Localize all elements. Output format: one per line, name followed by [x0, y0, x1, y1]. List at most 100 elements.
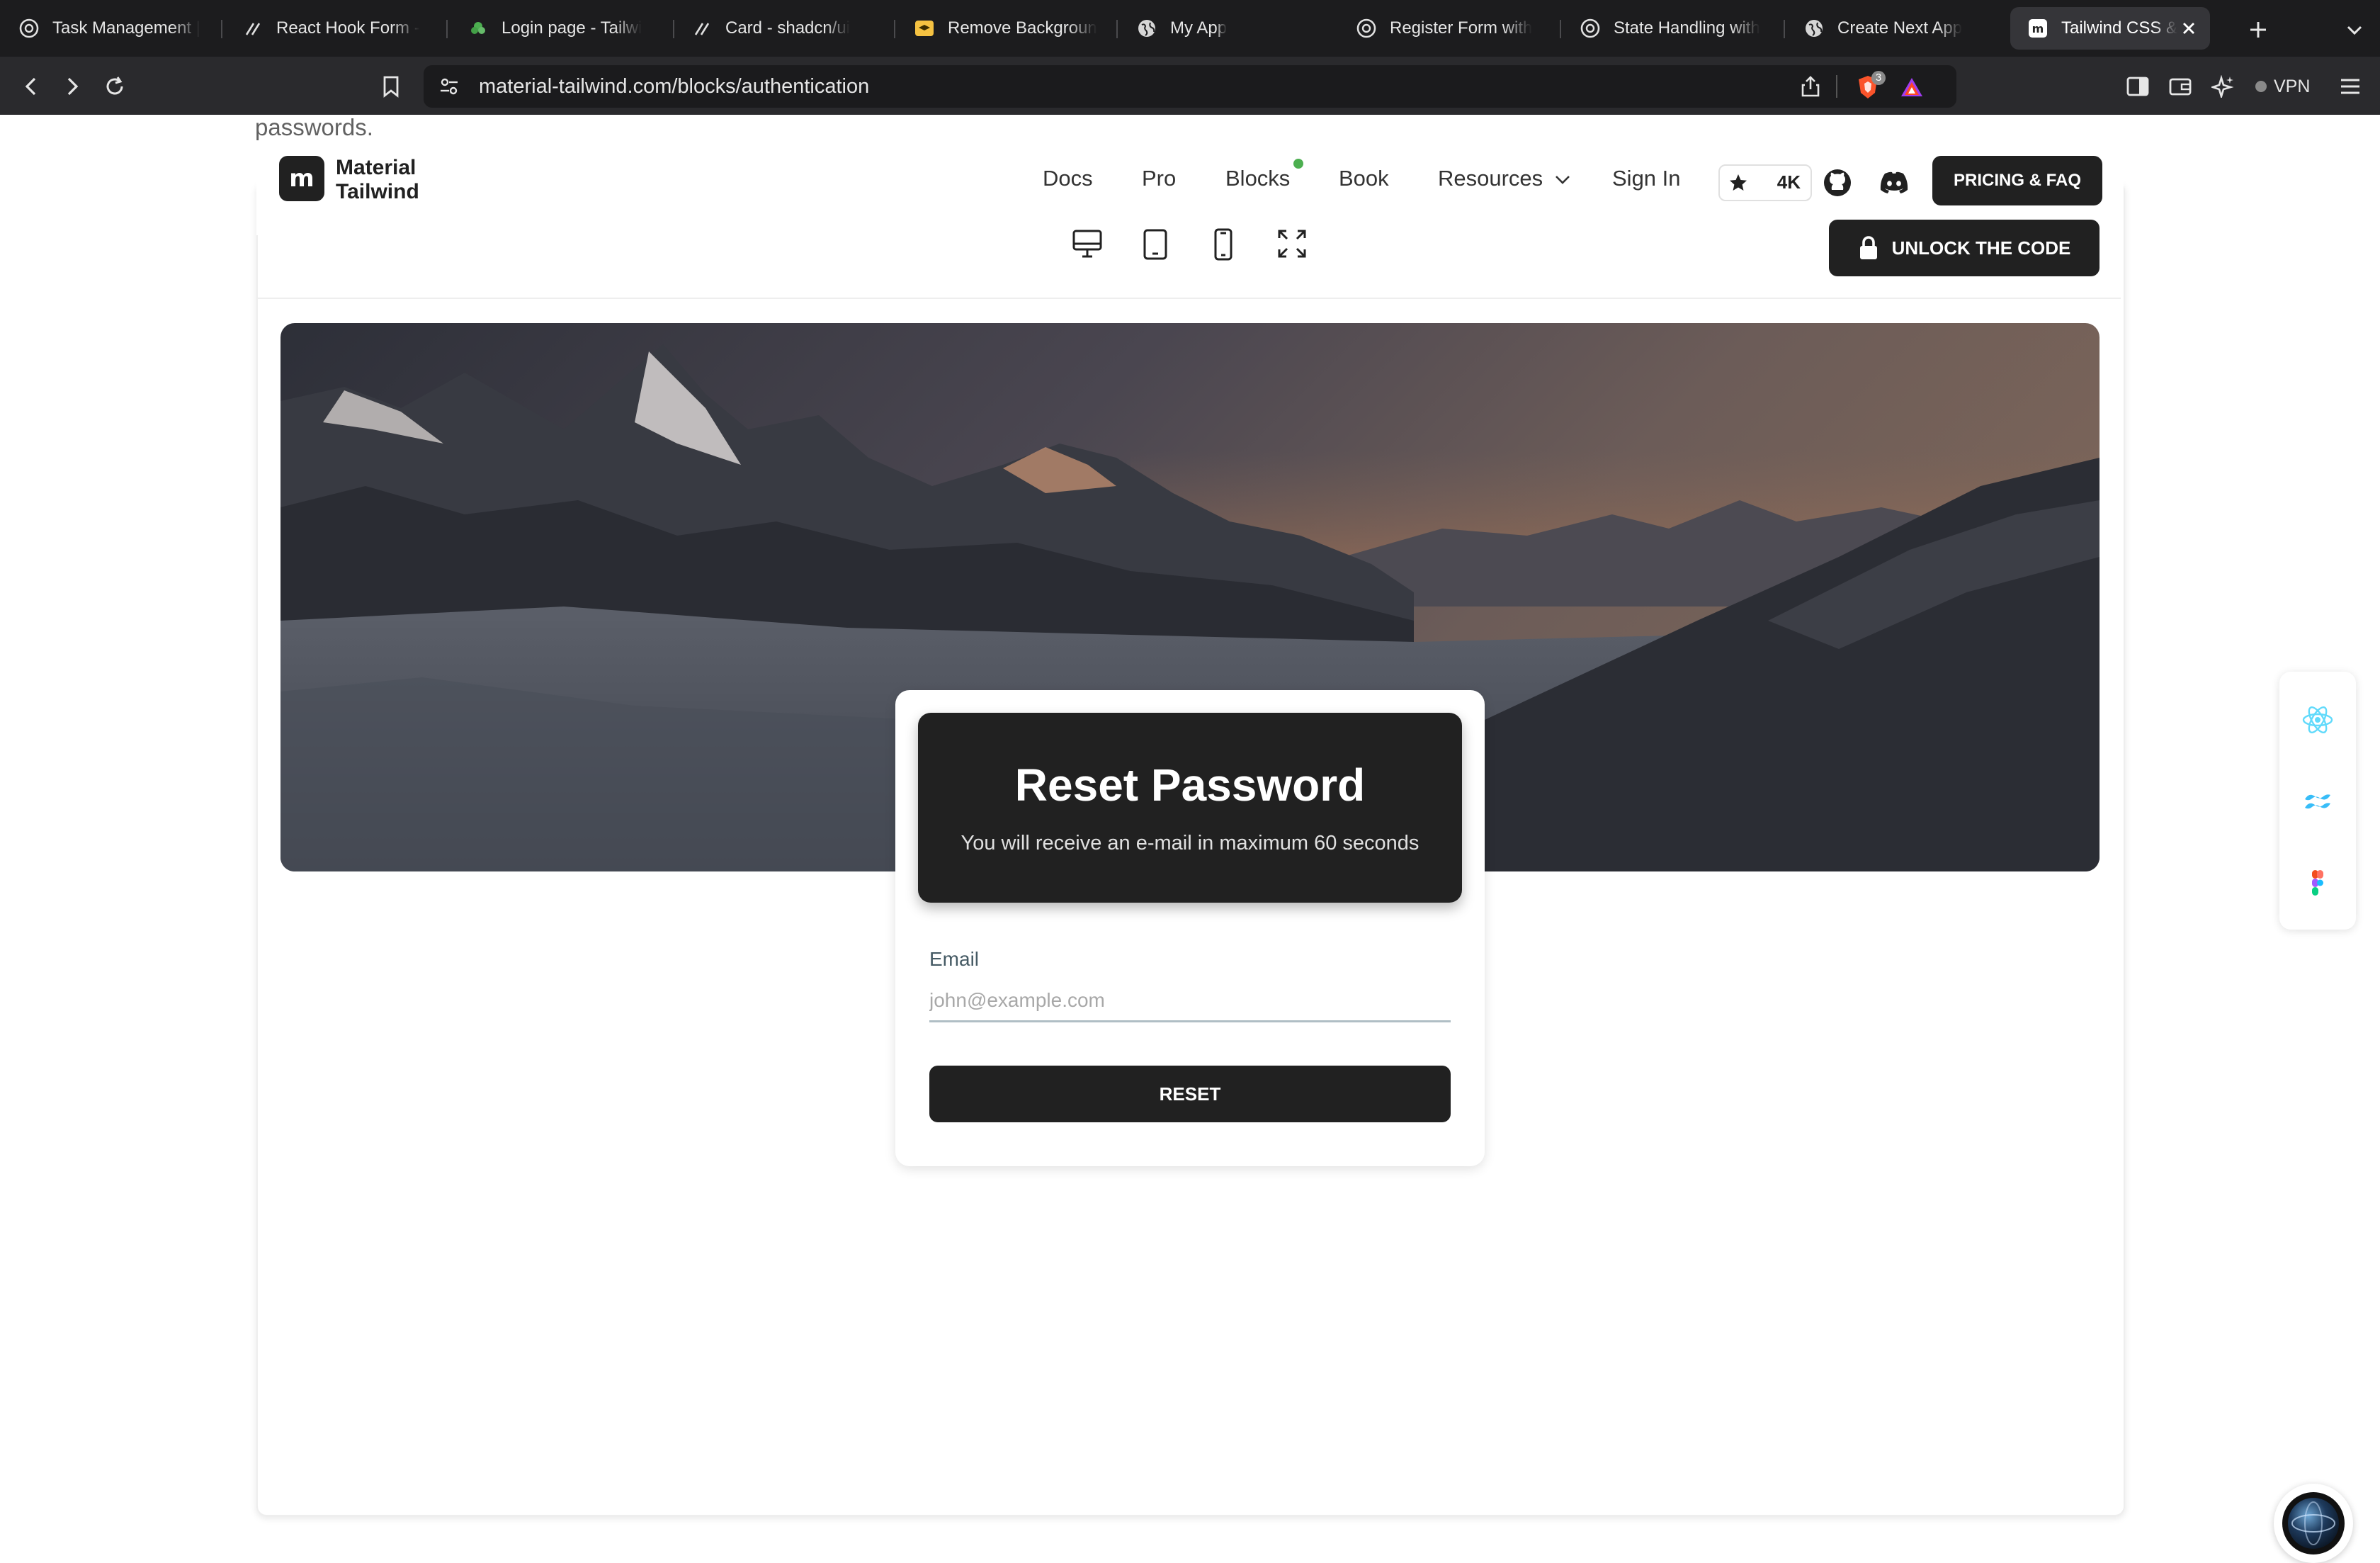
tailwind-css-icon[interactable]: [2301, 785, 2335, 819]
vpn-status-icon: [2255, 81, 2267, 92]
close-tab-icon[interactable]: [2176, 16, 2202, 41]
browser-tab-9[interactable]: Create Next App: [1803, 7, 1995, 50]
logo-text[interactable]: Material Tailwind: [336, 156, 419, 204]
tab-separator: [1784, 20, 1785, 38]
browser-tab-5[interactable]: Remove Backgroun: [914, 7, 1105, 50]
chat-assistant-button[interactable]: [2274, 1484, 2353, 1563]
logo-line-2: Tailwind: [336, 180, 419, 203]
lock-icon: [1859, 236, 1877, 259]
nav-pro[interactable]: Pro: [1142, 164, 1176, 193]
tab-list-chevron-icon[interactable]: [2340, 16, 2369, 44]
nav-docs[interactable]: Docs: [1043, 164, 1093, 193]
browser-tab-7[interactable]: Register Form with: [1356, 7, 1547, 50]
svg-text:m: m: [2032, 22, 2044, 35]
github-icon[interactable]: [1820, 166, 1854, 200]
browser-tab-4[interactable]: Card - shadcn/ui: [691, 7, 883, 50]
shadcn-icon: [242, 18, 264, 39]
desktop-view-icon[interactable]: [1071, 228, 1104, 259]
pricing-faq-button[interactable]: PRICING & FAQ: [1932, 156, 2102, 205]
browser-tab-6[interactable]: My App: [1136, 7, 1327, 50]
browser-tab-2[interactable]: React Hook Form -: [242, 7, 428, 50]
browser-tab-bar: Task Management | React Hook Form - Logi…: [0, 0, 2380, 57]
sidebar-toggle-icon[interactable]: [2122, 71, 2153, 102]
framework-switcher-panel: [2279, 672, 2356, 930]
menu-hamburger-icon[interactable]: [2335, 71, 2366, 102]
address-bar[interactable]: material-tailwind.com/blocks/authenticat…: [424, 65, 1956, 108]
tab-title: Login page - Tailwi: [502, 18, 642, 38]
url-text[interactable]: material-tailwind.com/blocks/authenticat…: [479, 65, 869, 108]
reset-subtitle: You will receive an e-mail in maximum 60…: [960, 832, 1420, 854]
tab-separator: [1560, 20, 1561, 38]
tab-separator: [446, 20, 448, 38]
openai-icon: [1356, 18, 1377, 39]
tab-title: Remove Backgroun: [948, 18, 1097, 38]
shadcn-icon: [691, 18, 713, 39]
nav-blocks[interactable]: Blocks: [1225, 164, 1290, 193]
leo-ai-icon[interactable]: [2207, 71, 2238, 102]
material-tailwind-icon: m: [2027, 18, 2048, 39]
figma-icon[interactable]: [2301, 866, 2335, 900]
tab-separator: [673, 20, 674, 38]
reset-card-header: Reset Password You will receive an e-mai…: [918, 713, 1462, 903]
share-icon[interactable]: [1798, 74, 1823, 99]
divider: [1836, 75, 1837, 98]
chevron-down-icon: [1555, 175, 1570, 184]
wallet-icon[interactable]: [2165, 71, 2196, 102]
browser-tab-active[interactable]: m Tailwind CSS &: [2010, 7, 2210, 50]
github-stars-count: 4K: [1776, 171, 1801, 193]
browser-tab-8[interactable]: State Handling with: [1580, 7, 1771, 50]
email-input[interactable]: [929, 981, 1451, 1022]
globe-icon: [1803, 18, 1825, 39]
browser-tab-3[interactable]: Login page - Tailwi: [468, 7, 659, 50]
tab-title: React Hook Form -: [276, 18, 420, 38]
tab-title: State Handling with: [1614, 18, 1760, 38]
vpn-button[interactable]: VPN: [2254, 71, 2325, 102]
tab-title: Tailwind CSS &: [2061, 18, 2178, 38]
tab-title: My App: [1170, 18, 1228, 38]
unlock-code-label: UNLOCK THE CODE: [1891, 237, 2071, 259]
tab-title: Create Next App: [1837, 18, 1963, 38]
nav-resources[interactable]: Resources: [1438, 164, 1570, 193]
star-icon: [1730, 174, 1747, 191]
shields-count-badge: 3: [1871, 71, 1886, 85]
openai-icon: [1580, 18, 1601, 39]
vpn-label: VPN: [2274, 76, 2311, 96]
forward-arrow-icon[interactable]: [57, 71, 88, 102]
fullscreen-icon[interactable]: [1276, 228, 1308, 259]
bookmark-icon[interactable]: [375, 71, 407, 102]
brave-shields-icon[interactable]: 3: [1850, 69, 1886, 105]
brave-rewards-icon[interactable]: [1897, 72, 1927, 102]
openai-icon: [18, 18, 40, 39]
new-indicator-dot: [1293, 159, 1303, 169]
reset-button[interactable]: RESET: [929, 1066, 1451, 1122]
tab-separator: [1116, 20, 1118, 38]
tab-title: Task Management |: [52, 18, 201, 38]
tab-title: Register Form with: [1390, 18, 1533, 38]
nav-resources-label: Resources: [1438, 166, 1543, 191]
new-tab-plus-icon[interactable]: [2244, 16, 2272, 44]
tailwind-leaf-icon: [468, 18, 489, 39]
removebg-icon: [914, 18, 935, 39]
react-icon[interactable]: [2301, 703, 2335, 737]
globe-icon: [1136, 18, 1157, 39]
back-arrow-icon[interactable]: [16, 71, 47, 102]
unlock-code-button[interactable]: UNLOCK THE CODE: [1829, 220, 2100, 276]
web-page: passwords. m Material Tailwind Docs Pro …: [0, 114, 2380, 1563]
toolbar-divider: [258, 298, 2121, 299]
reset-title: Reset Password: [1014, 760, 1366, 811]
reload-icon[interactable]: [99, 71, 130, 102]
tablet-view-icon[interactable]: [1142, 228, 1169, 261]
nav-book[interactable]: Book: [1339, 164, 1389, 193]
github-stars-badge[interactable]: 4K: [1718, 164, 1812, 201]
tab-title: Card - shadcn/ui: [725, 18, 851, 38]
tab-separator: [221, 20, 222, 38]
email-label: Email: [929, 948, 980, 970]
discord-icon[interactable]: [1877, 166, 1911, 200]
site-settings-icon[interactable]: [436, 74, 462, 99]
intro-text: passwords.: [255, 114, 373, 140]
nav-sign-in[interactable]: Sign In: [1612, 164, 1681, 193]
logo-line-1: Material: [336, 156, 416, 179]
mobile-view-icon[interactable]: [1213, 228, 1234, 261]
logo-mark[interactable]: m: [279, 156, 324, 201]
browser-tab-1[interactable]: Task Management |: [18, 7, 210, 50]
